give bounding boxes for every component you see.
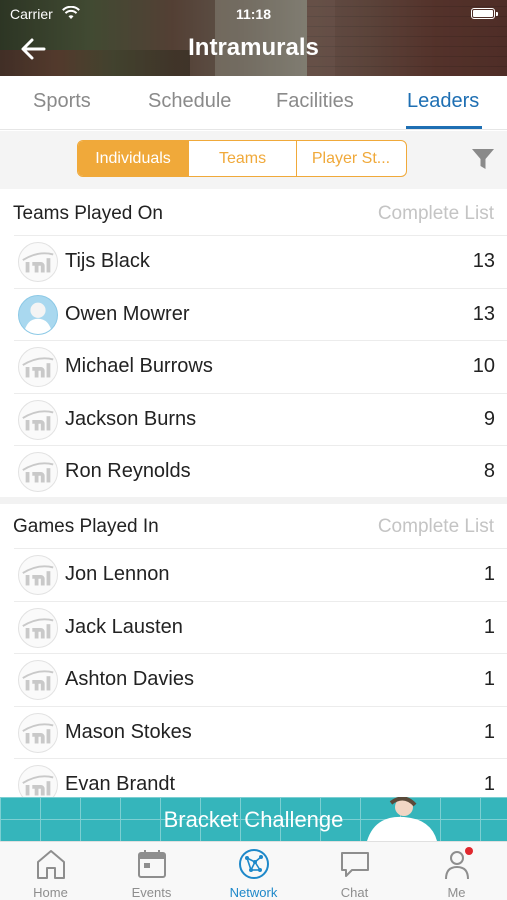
nav-label: Home [33,885,68,900]
tab-bar: Sports Schedule Facilities Leaders [0,76,507,130]
chat-icon [341,852,369,877]
status-bar: Carrier 11:18 [0,6,507,24]
nav-label: Network [229,885,278,900]
player-photo-avatar [18,294,58,335]
stat-value: 1 [483,773,495,795]
complete-list-link[interactable]: Complete List [378,203,494,225]
bracket-challenge-banner[interactable]: Bracket Challenge [0,797,507,841]
stat-value: 13 [472,250,495,272]
team-logo-avatar [18,712,58,753]
section-header: Games Played In Complete List [0,504,507,548]
section-title: Teams Played On [13,203,163,224]
filter-icon[interactable] [471,148,495,170]
tab-leaders[interactable]: Leaders [407,90,479,113]
leader-row[interactable]: Michael Burrows 10 [14,340,507,393]
network-icon [239,849,269,879]
team-logo-avatar [18,452,58,492]
leader-row[interactable]: Owen Mowrer 13 [14,287,507,341]
notification-badge [465,847,473,855]
header: Carrier 11:18 Intramurals [0,0,507,76]
nav-home[interactable]: Home [0,842,101,900]
nav-events[interactable]: Events [101,842,202,900]
leader-row[interactable]: Jack Lausten 1 [14,600,507,654]
player-name: Jon Lennon [65,563,170,585]
leader-row[interactable]: Jon Lennon 1 [14,548,507,601]
tab-sports[interactable]: Sports [33,90,91,113]
team-logo-avatar [18,242,58,282]
player-name: Ashton Davies [65,668,194,690]
player-name: Michael Burrows [65,355,213,377]
stat-value: 13 [472,302,495,325]
tab-schedule[interactable]: Schedule [148,90,231,113]
leader-row[interactable]: Tijs Black 13 [14,235,507,288]
bottom-nav: Home Events Network Chat Me [0,841,507,900]
battery-icon [471,8,498,19]
leader-row[interactable]: Ashton Davies 1 [14,653,507,706]
stat-value: 1 [483,615,495,638]
active-tab-indicator [406,126,482,129]
nav-label: Chat [340,885,369,900]
team-logo-avatar [18,399,58,440]
player-name: Ron Reynolds [65,460,191,482]
tab-facilities[interactable]: Facilities [276,90,354,113]
stat-value: 1 [483,563,495,585]
page-title: Intramurals [188,34,319,61]
player-name: Mason Stokes [65,720,192,743]
nav-chat[interactable]: Chat [304,842,405,900]
team-logo-avatar [18,607,58,648]
segment-player-stats[interactable]: Player St... [296,141,405,176]
nav-me[interactable]: Me [406,842,507,900]
clock: 11:18 [235,6,272,22]
nav-label: Me [447,885,466,900]
complete-list-link[interactable]: Complete List [378,516,494,538]
stat-value: 8 [483,460,495,482]
player-name: Jackson Burns [65,407,197,430]
calendar-icon [138,850,166,878]
player-name: Owen Mowrer [65,302,190,325]
section-title: Games Played In [13,516,159,537]
stat-value: 1 [483,720,495,743]
nav-label: Events [131,885,172,900]
home-icon [37,850,65,879]
leader-type-segmented-control: Individuals Teams Player St... [77,140,407,177]
leader-row[interactable]: Jackson Burns 9 [14,392,507,446]
leader-row[interactable]: Mason Stokes 1 [14,705,507,759]
segment-individuals[interactable]: Individuals [78,141,188,176]
team-logo-avatar [18,660,58,700]
leader-row[interactable]: Ron Reynolds 8 [14,445,507,498]
player-name: Jack Lausten [65,615,183,638]
banner-text: Bracket Challenge [163,807,344,832]
team-logo-avatar [18,347,58,387]
section-teams-played-on: Teams Played On Complete List Tijs Black… [0,191,507,498]
player-name: Evan Brandt [65,773,176,795]
team-logo-avatar [18,555,58,595]
segment-teams[interactable]: Teams [188,141,296,176]
stat-value: 10 [472,355,495,377]
stat-value: 1 [483,668,495,690]
player-name: Tijs Black [65,250,150,272]
section-header: Teams Played On Complete List [0,191,507,235]
nav-network[interactable]: Network [203,842,304,900]
section-games-played-in: Games Played In Complete List Jon Lennon… [0,504,507,811]
stat-value: 9 [483,407,495,430]
